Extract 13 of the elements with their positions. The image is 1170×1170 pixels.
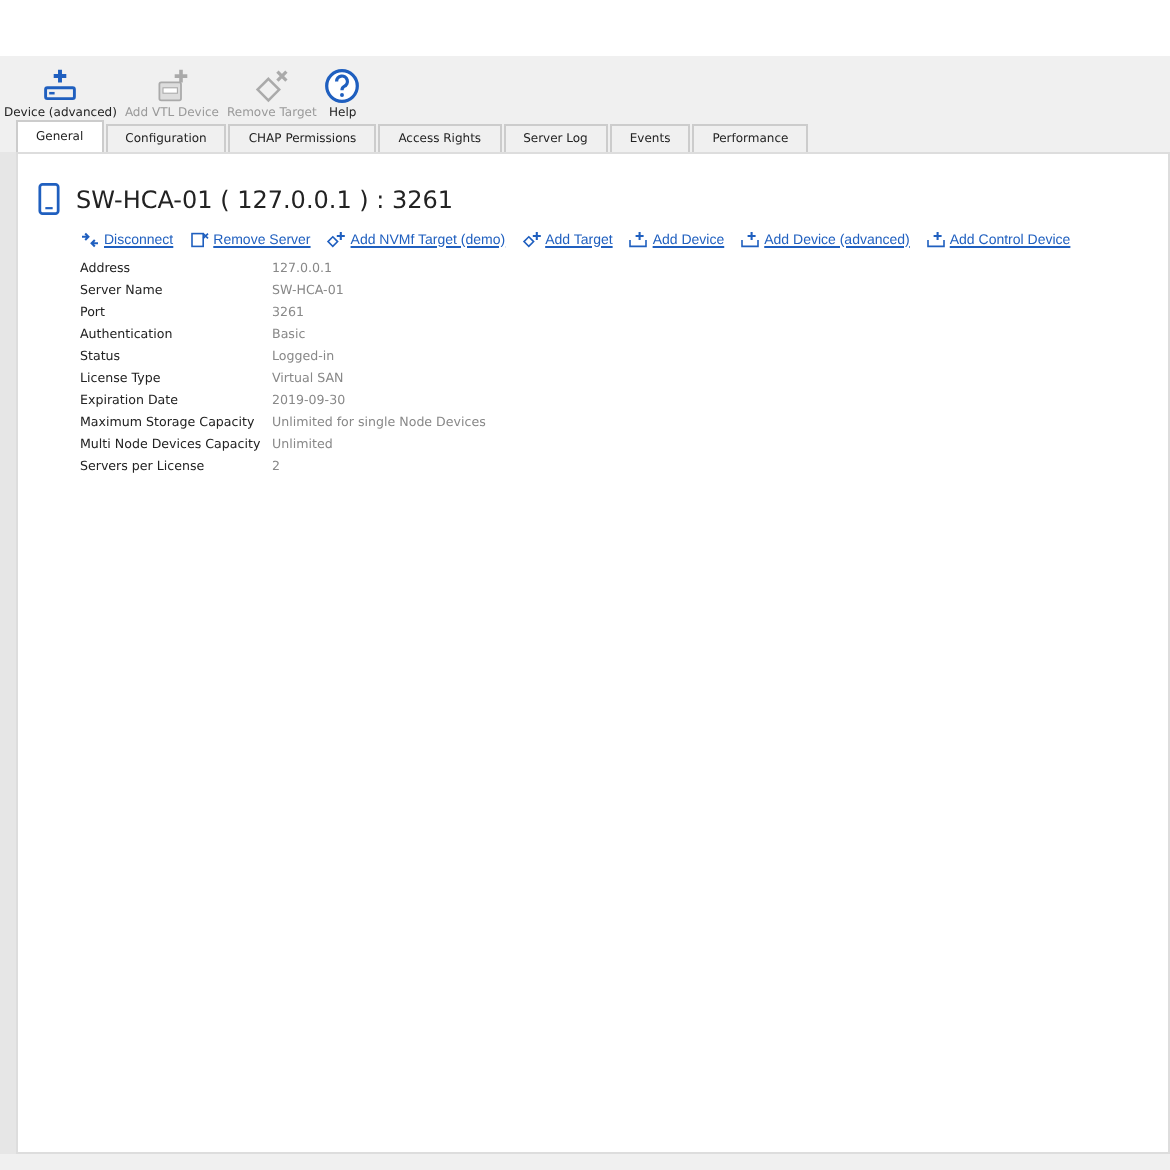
diamond-plus-icon <box>326 232 347 248</box>
drive-plus-icon <box>925 232 946 248</box>
server-remove-icon <box>189 232 210 248</box>
diamond-x-icon <box>253 68 290 104</box>
drive-plus-icon <box>42 68 79 104</box>
drive-plus-icon <box>628 232 649 248</box>
tape-plus-icon <box>153 68 190 104</box>
phone-icon <box>38 182 60 216</box>
drive-plus-icon <box>740 232 761 248</box>
diamond-plus-icon <box>521 232 542 248</box>
server-title: SW-HCA-01 ( 127.0.0.1 ) : 3261 <box>76 185 454 213</box>
disconnect-icon <box>80 232 100 248</box>
help-icon <box>324 68 361 104</box>
